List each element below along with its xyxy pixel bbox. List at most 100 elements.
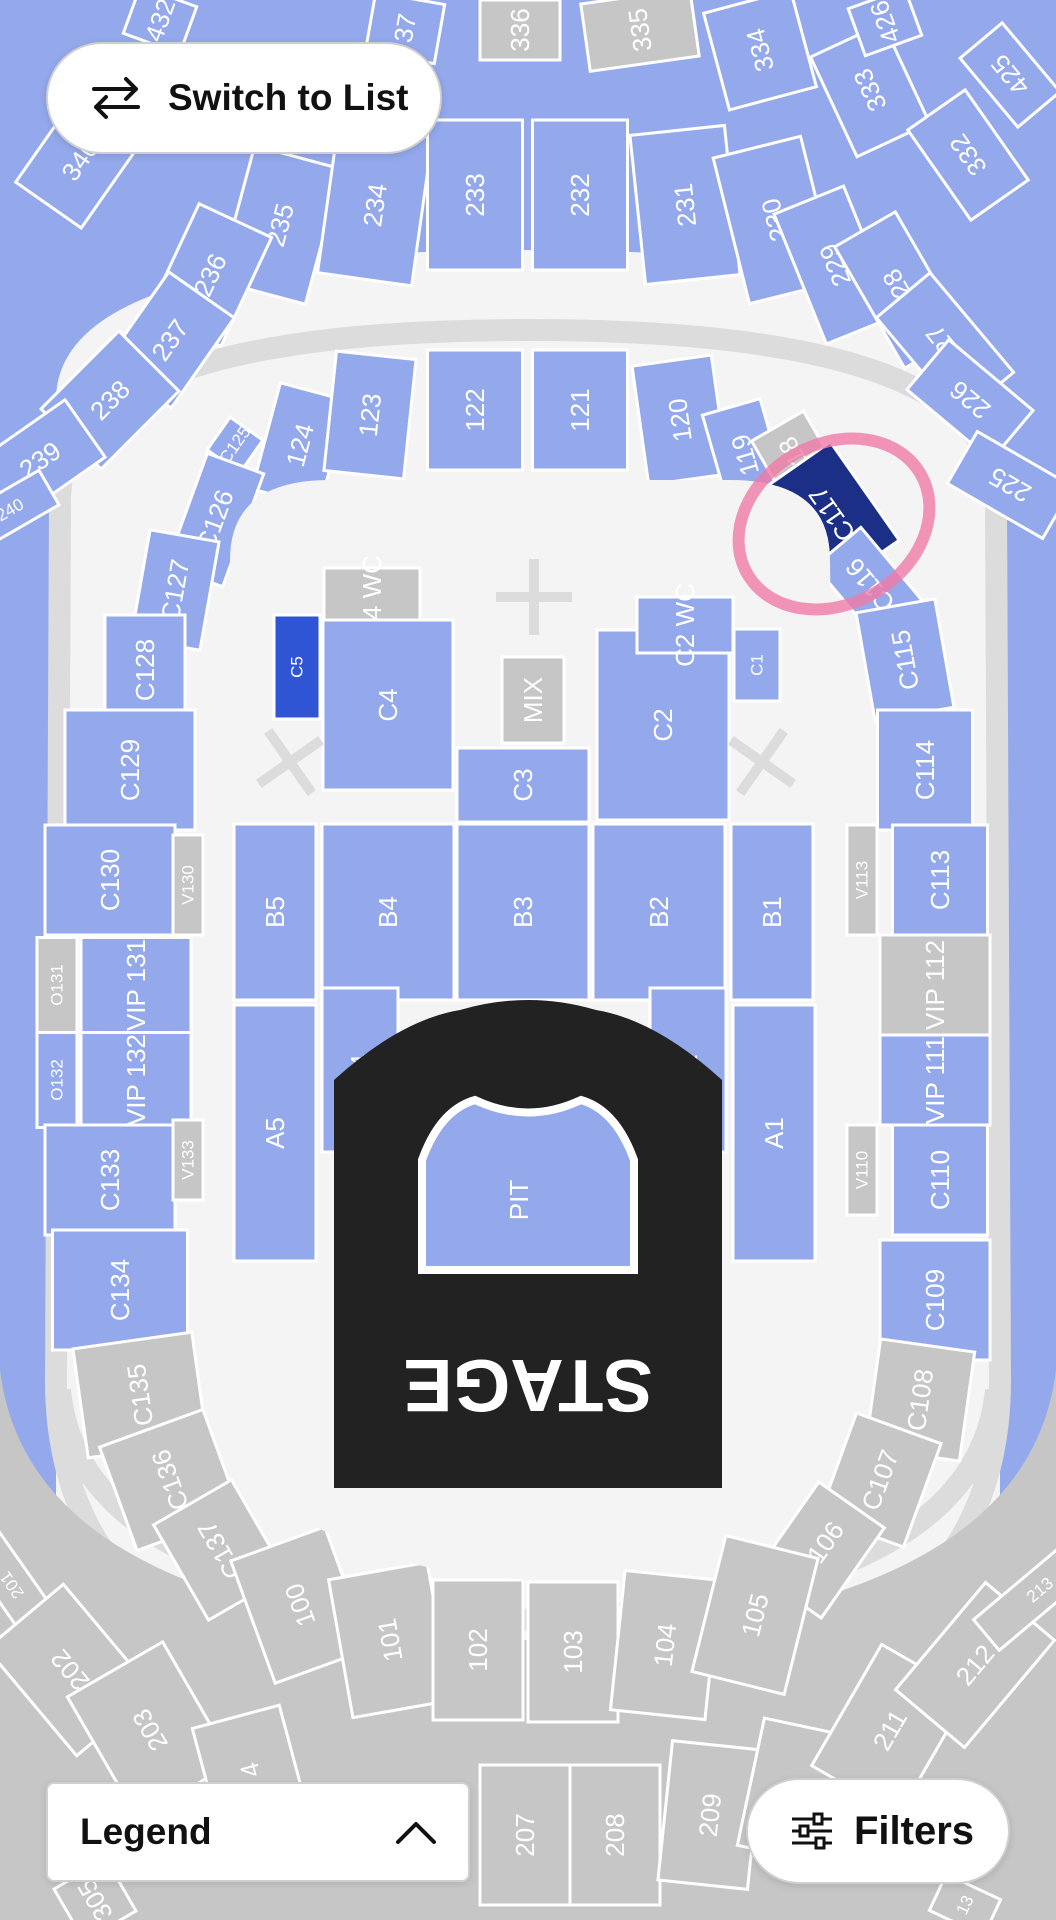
section-123[interactable]: 123 <box>322 349 418 481</box>
section-vip-131[interactable]: VIP 131 <box>79 936 193 1034</box>
section-c115[interactable]: C115 <box>854 597 956 723</box>
section-label: C109 <box>920 1269 950 1331</box>
section-label: C2 <box>648 708 678 741</box>
section-c4[interactable]: C4 <box>321 618 455 792</box>
section-label: 121 <box>565 388 595 431</box>
section-label: C3 <box>508 768 538 801</box>
section-label: C114 <box>910 740 940 800</box>
section-v133[interactable]: V133 <box>171 1118 205 1202</box>
section-c110[interactable]: C110 <box>891 1123 989 1237</box>
section-label: O132 <box>48 1059 67 1101</box>
section-label: C128 <box>130 639 160 701</box>
section-label: C2 WC <box>670 583 700 667</box>
section-c129[interactable]: C129 <box>63 708 197 832</box>
section-c3[interactable]: C3 <box>455 746 591 824</box>
section-label: 104 <box>648 1622 682 1668</box>
section-label: 207 <box>510 1813 540 1856</box>
section-v110[interactable]: V110 <box>845 1123 879 1217</box>
section-c114[interactable]: C114 <box>876 708 974 832</box>
section-label: V110 <box>853 1151 872 1189</box>
section-label: 37 <box>388 11 423 45</box>
section-208[interactable]: 208 <box>568 1763 662 1907</box>
section-label: C134 <box>105 1259 135 1321</box>
section-c130[interactable]: C130 <box>43 823 177 937</box>
section-label: C5 <box>288 656 307 678</box>
section-label: 233 <box>460 173 490 216</box>
section-c5[interactable]: C5 <box>272 613 322 721</box>
section-o131[interactable]: O131 <box>35 936 79 1034</box>
section-vip-132[interactable]: VIP 132 <box>79 1031 193 1129</box>
switch-to-list-button[interactable]: Switch to List <box>46 42 442 154</box>
section-label: C4 <box>373 688 403 721</box>
section-232[interactable]: 232 <box>531 118 629 272</box>
section-label: A1 <box>759 1117 789 1149</box>
section-label: 102 <box>463 1628 493 1671</box>
stage-label: STAGE <box>403 1344 652 1427</box>
section-c133[interactable]: C133 <box>43 1123 177 1237</box>
section-label: C113 <box>925 850 955 910</box>
section-label: A5 <box>260 1117 290 1149</box>
stage: PIT STAGE <box>334 1000 722 1488</box>
section-v113[interactable]: V113 <box>845 823 879 937</box>
section-label: B4 <box>373 896 403 928</box>
section-label: B3 <box>508 896 538 928</box>
section-label: VIP 132 <box>121 1034 151 1126</box>
section-o132[interactable]: O132 <box>35 1031 79 1129</box>
section-label: 208 <box>600 1813 630 1856</box>
section-103[interactable]: 103 <box>526 1580 620 1724</box>
section-c134[interactable]: C134 <box>51 1228 189 1352</box>
section-label: C110 <box>925 1150 955 1210</box>
section-121[interactable]: 121 <box>531 348 629 472</box>
swap-arrows-icon <box>90 75 142 121</box>
section-label: V130 <box>179 865 198 905</box>
section-label: 122 <box>460 388 490 431</box>
venue-seat-map[interactable]: 336 335 334333332426425432 37340235 234 233 23… <box>0 0 1056 1920</box>
section-label: VIP 131 <box>121 939 151 1031</box>
section-label: C130 <box>95 849 125 911</box>
section-label: 232 <box>565 173 595 216</box>
section-label: 335 <box>622 6 658 53</box>
filters-button[interactable]: Filters <box>746 1778 1010 1884</box>
section-vip-112[interactable]: VIP 112 <box>878 933 992 1037</box>
legend-button[interactable]: Legend <box>46 1782 470 1882</box>
section-b2[interactable]: B2 <box>591 822 727 1002</box>
filters-label: Filters <box>854 1808 975 1853</box>
section-label: B5 <box>260 896 290 928</box>
chevron-up-icon <box>394 1818 438 1846</box>
section-a1[interactable]: A1 <box>731 1003 817 1263</box>
section-c2[interactable]: C2 <box>595 628 731 822</box>
section-v130[interactable]: V130 <box>171 833 205 937</box>
section-label: V113 <box>853 861 872 899</box>
section-c2-wc[interactable]: C2 WC <box>635 583 735 667</box>
section-label: C129 <box>115 739 145 801</box>
section-c1[interactable]: C1 <box>732 627 782 703</box>
section-233[interactable]: 233 <box>426 118 524 272</box>
section-label: VIP 111 <box>920 1036 950 1124</box>
switch-to-list-label: Switch to List <box>168 77 409 118</box>
section-label: VIP 112 <box>920 940 950 1030</box>
section-label: O131 <box>48 964 67 1006</box>
pit-label: PIT <box>504 1180 534 1221</box>
section-b1[interactable]: B1 <box>729 822 815 1002</box>
section-207[interactable]: 207 <box>478 1763 572 1907</box>
section-label: 103 <box>558 1630 588 1673</box>
section-label: B2 <box>644 896 674 928</box>
section-label: 234 <box>357 181 393 228</box>
section-b5[interactable]: B5 <box>232 822 318 1002</box>
section-label: MIX <box>518 677 548 723</box>
section-label: 231 <box>668 182 702 228</box>
section-102[interactable]: 102 <box>431 1578 525 1722</box>
section-label: B1 <box>757 896 787 928</box>
section-b3[interactable]: B3 <box>455 822 591 1002</box>
section-122[interactable]: 122 <box>426 348 524 472</box>
section-vip-111[interactable]: VIP 111 <box>878 1033 992 1127</box>
section-336[interactable]: 336 <box>478 0 562 62</box>
section-label: C133 <box>95 1149 125 1211</box>
section-mix[interactable]: MIX <box>500 655 566 745</box>
section-label: V133 <box>179 1140 198 1180</box>
section-a5[interactable]: A5 <box>232 1003 318 1263</box>
section-label: 123 <box>353 392 387 438</box>
section-b4[interactable]: B4 <box>320 822 456 1002</box>
section-c113[interactable]: C113 <box>891 823 989 937</box>
sliders-icon <box>790 1811 834 1851</box>
